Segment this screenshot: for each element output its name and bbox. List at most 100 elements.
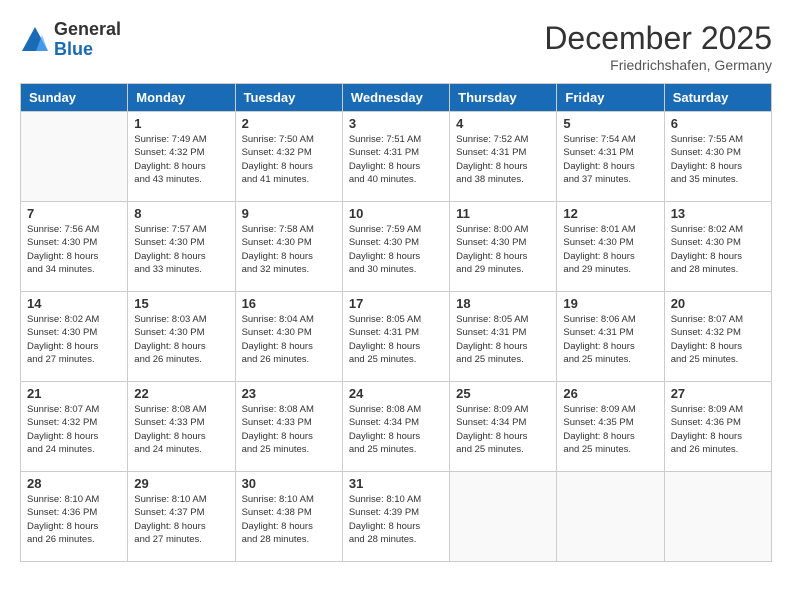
calendar-cell: 15 Sunrise: 8:03 AM Sunset: 4:30 PM Dayli… [128, 292, 235, 382]
day-info: Sunrise: 8:10 AM Sunset: 4:36 PM Dayligh… [27, 493, 121, 546]
day-info: Sunrise: 8:05 AM Sunset: 4:31 PM Dayligh… [456, 313, 550, 366]
calendar-cell: 2 Sunrise: 7:50 AM Sunset: 4:32 PM Daylig… [235, 112, 342, 202]
day-info: Sunrise: 8:05 AM Sunset: 4:31 PM Dayligh… [349, 313, 443, 366]
calendar-cell: 25 Sunrise: 8:09 AM Sunset: 4:34 PM Dayli… [450, 382, 557, 472]
day-number: 10 [349, 206, 443, 221]
page-header: General Blue December 2025 Friedrichshaf… [20, 20, 772, 73]
calendar-cell: 20Sunrise: 8:07 AM Sunset: 4:32 PM Dayli… [664, 292, 771, 382]
calendar-cell: 7 Sunrise: 7:56 AM Sunset: 4:30 PM Daylig… [21, 202, 128, 292]
day-number: 3 [349, 116, 443, 131]
calendar-cell: 14 Sunrise: 8:02 AM Sunset: 4:30 PM Dayli… [21, 292, 128, 382]
day-info: Sunrise: 7:58 AM Sunset: 4:30 PM Dayligh… [242, 223, 336, 276]
calendar-cell: 11 Sunrise: 8:00 AM Sunset: 4:30 PM Dayli… [450, 202, 557, 292]
calendar-cell: 22Sunrise: 8:08 AM Sunset: 4:33 PM Dayli… [128, 382, 235, 472]
day-info: Sunrise: 8:09 AM Sunset: 4:34 PM Dayligh… [456, 403, 550, 456]
calendar-cell: 26 Sunrise: 8:09 AM Sunset: 4:35 PM Dayli… [557, 382, 664, 472]
day-number: 18 [456, 296, 550, 311]
logo-blue: Blue [54, 40, 121, 60]
day-number: 13 [671, 206, 765, 221]
month-title: December 2025 [544, 20, 772, 57]
day-info: Sunrise: 7:56 AM Sunset: 4:30 PM Dayligh… [27, 223, 121, 276]
day-number: 4 [456, 116, 550, 131]
day-number: 28 [27, 476, 121, 491]
calendar-week-row: 14 Sunrise: 8:02 AM Sunset: 4:30 PM Dayli… [21, 292, 772, 382]
day-info: Sunrise: 8:09 AM Sunset: 4:36 PM Dayligh… [671, 403, 765, 456]
calendar-table: SundayMondayTuesdayWednesdayThursdayFrid… [20, 83, 772, 562]
day-info: Sunrise: 7:49 AM Sunset: 4:32 PM Dayligh… [134, 133, 228, 186]
calendar-cell: 6Sunrise: 7:55 AM Sunset: 4:30 PM Daylig… [664, 112, 771, 202]
calendar-cell: 4 Sunrise: 7:52 AM Sunset: 4:31 PM Daylig… [450, 112, 557, 202]
calendar-cell [664, 472, 771, 562]
calendar-week-row: 7 Sunrise: 7:56 AM Sunset: 4:30 PM Daylig… [21, 202, 772, 292]
day-number: 20 [671, 296, 765, 311]
calendar-cell: 8 Sunrise: 7:57 AM Sunset: 4:30 PM Daylig… [128, 202, 235, 292]
day-number: 19 [563, 296, 657, 311]
day-number: 9 [242, 206, 336, 221]
day-number: 24 [349, 386, 443, 401]
calendar-cell: 9 Sunrise: 7:58 AM Sunset: 4:30 PM Daylig… [235, 202, 342, 292]
day-number: 29 [134, 476, 228, 491]
calendar-body: 1 Sunrise: 7:49 AM Sunset: 4:32 PM Daylig… [21, 112, 772, 562]
day-number: 14 [27, 296, 121, 311]
day-number: 7 [27, 206, 121, 221]
day-info: Sunrise: 7:52 AM Sunset: 4:31 PM Dayligh… [456, 133, 550, 186]
day-info: Sunrise: 8:09 AM Sunset: 4:35 PM Dayligh… [563, 403, 657, 456]
calendar-header: SundayMondayTuesdayWednesdayThursdayFrid… [21, 84, 772, 112]
calendar-cell: 29 Sunrise: 8:10 AM Sunset: 4:37 PM Dayli… [128, 472, 235, 562]
day-header: Friday [557, 84, 664, 112]
day-info: Sunrise: 8:10 AM Sunset: 4:39 PM Dayligh… [349, 493, 443, 546]
logo-text: General Blue [54, 20, 121, 60]
calendar-cell: 17 Sunrise: 8:05 AM Sunset: 4:31 PM Dayli… [342, 292, 449, 382]
calendar-cell: 18 Sunrise: 8:05 AM Sunset: 4:31 PM Dayli… [450, 292, 557, 382]
calendar-cell: 16Sunrise: 8:04 AM Sunset: 4:30 PM Dayli… [235, 292, 342, 382]
calendar-week-row: 28 Sunrise: 8:10 AM Sunset: 4:36 PM Dayli… [21, 472, 772, 562]
logo-icon [20, 25, 50, 55]
day-header: Tuesday [235, 84, 342, 112]
day-number: 11 [456, 206, 550, 221]
day-info: Sunrise: 8:03 AM Sunset: 4:30 PM Dayligh… [134, 313, 228, 366]
day-number: 1 [134, 116, 228, 131]
day-header: Monday [128, 84, 235, 112]
calendar-cell [450, 472, 557, 562]
calendar-cell: 31 Sunrise: 8:10 AM Sunset: 4:39 PM Dayli… [342, 472, 449, 562]
calendar-cell: 23Sunrise: 8:08 AM Sunset: 4:33 PM Dayli… [235, 382, 342, 472]
calendar-cell: 13Sunrise: 8:02 AM Sunset: 4:30 PM Dayli… [664, 202, 771, 292]
calendar-week-row: 1 Sunrise: 7:49 AM Sunset: 4:32 PM Daylig… [21, 112, 772, 202]
day-info: Sunrise: 8:10 AM Sunset: 4:37 PM Dayligh… [134, 493, 228, 546]
day-info: Sunrise: 8:06 AM Sunset: 4:31 PM Dayligh… [563, 313, 657, 366]
calendar-cell: 30 Sunrise: 8:10 AM Sunset: 4:38 PM Dayli… [235, 472, 342, 562]
location: Friedrichshafen, Germany [544, 57, 772, 73]
header-row: SundayMondayTuesdayWednesdayThursdayFrid… [21, 84, 772, 112]
day-info: Sunrise: 8:08 AM Sunset: 4:34 PM Dayligh… [349, 403, 443, 456]
day-header: Wednesday [342, 84, 449, 112]
day-info: Sunrise: 8:07 AM Sunset: 4:32 PM Dayligh… [27, 403, 121, 456]
day-info: Sunrise: 8:01 AM Sunset: 4:30 PM Dayligh… [563, 223, 657, 276]
day-number: 15 [134, 296, 228, 311]
day-info: Sunrise: 7:51 AM Sunset: 4:31 PM Dayligh… [349, 133, 443, 186]
day-info: Sunrise: 7:54 AM Sunset: 4:31 PM Dayligh… [563, 133, 657, 186]
day-number: 31 [349, 476, 443, 491]
day-number: 30 [242, 476, 336, 491]
day-info: Sunrise: 8:00 AM Sunset: 4:30 PM Dayligh… [456, 223, 550, 276]
calendar-cell: 10 Sunrise: 7:59 AM Sunset: 4:30 PM Dayli… [342, 202, 449, 292]
day-info: Sunrise: 8:10 AM Sunset: 4:38 PM Dayligh… [242, 493, 336, 546]
day-number: 12 [563, 206, 657, 221]
calendar-cell: 12 Sunrise: 8:01 AM Sunset: 4:30 PM Dayli… [557, 202, 664, 292]
day-info: Sunrise: 7:50 AM Sunset: 4:32 PM Dayligh… [242, 133, 336, 186]
calendar-cell: 3 Sunrise: 7:51 AM Sunset: 4:31 PM Daylig… [342, 112, 449, 202]
calendar-cell [21, 112, 128, 202]
day-info: Sunrise: 8:02 AM Sunset: 4:30 PM Dayligh… [27, 313, 121, 366]
day-header: Sunday [21, 84, 128, 112]
day-number: 2 [242, 116, 336, 131]
day-info: Sunrise: 8:08 AM Sunset: 4:33 PM Dayligh… [242, 403, 336, 456]
day-number: 8 [134, 206, 228, 221]
day-number: 26 [563, 386, 657, 401]
day-number: 5 [563, 116, 657, 131]
day-info: Sunrise: 7:57 AM Sunset: 4:30 PM Dayligh… [134, 223, 228, 276]
calendar-cell: 24 Sunrise: 8:08 AM Sunset: 4:34 PM Dayli… [342, 382, 449, 472]
day-number: 25 [456, 386, 550, 401]
day-header: Thursday [450, 84, 557, 112]
calendar-cell: 27Sunrise: 8:09 AM Sunset: 4:36 PM Dayli… [664, 382, 771, 472]
day-number: 17 [349, 296, 443, 311]
day-info: Sunrise: 7:59 AM Sunset: 4:30 PM Dayligh… [349, 223, 443, 276]
